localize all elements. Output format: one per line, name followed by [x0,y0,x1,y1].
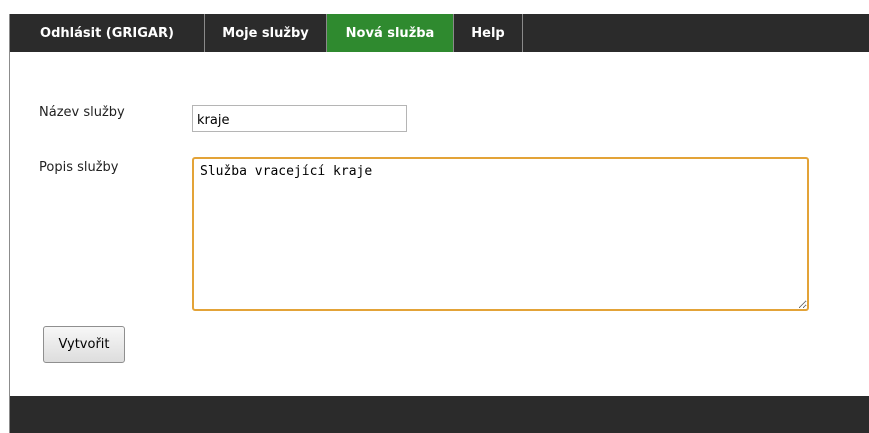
nav-new-service-link[interactable]: Nová služba [327,14,454,52]
footer-bar [10,396,869,433]
create-button[interactable]: Vytvořit [43,326,125,363]
top-navigation: Odhlásit (GRIGAR) Moje služby Nová služb… [10,14,869,52]
service-name-label: Název služby [39,105,125,120]
nav-logout-link[interactable]: Odhlásit (GRIGAR) [10,14,205,52]
page-frame: Odhlásit (GRIGAR) Moje služby Nová služb… [9,14,869,433]
service-name-input[interactable] [192,105,407,132]
service-description-label: Popis služby [39,160,119,175]
service-description-textarea[interactable]: Služba vracející kraje [192,157,809,311]
nav-my-services-link[interactable]: Moje služby [205,14,327,52]
nav-help-link[interactable]: Help [454,14,523,52]
